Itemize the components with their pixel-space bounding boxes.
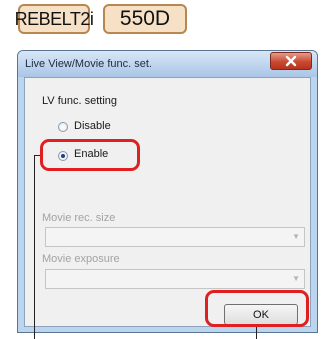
model-badge-rebel-t2i: REBELT2i	[15, 4, 94, 34]
movie-rec-size-label: Movie rec. size	[42, 212, 116, 224]
disable-label: Disable	[74, 120, 111, 132]
ok-highlight-frame	[205, 290, 309, 327]
movie-exposure-select[interactable]: ▼	[45, 269, 305, 289]
disable-radio[interactable]	[58, 122, 68, 132]
enable-leader-line-vertical	[34, 155, 35, 339]
dialog-title: Live View/Movie func. set.	[25, 58, 152, 70]
enable-highlight-frame	[40, 139, 140, 171]
movie-exposure-label: Movie exposure	[42, 253, 120, 265]
title-bar: Live View/Movie func. set.	[18, 51, 317, 77]
model-badge-550d: 550D	[103, 4, 187, 34]
close-button[interactable]	[270, 52, 312, 70]
lv-func-setting-label: LV func. setting	[42, 95, 118, 107]
chevron-down-icon: ▼	[292, 274, 300, 283]
ok-leader-line	[256, 327, 257, 339]
movie-rec-size-select[interactable]: ▼	[45, 227, 305, 247]
close-icon	[285, 55, 297, 67]
chevron-down-icon: ▼	[292, 232, 300, 241]
